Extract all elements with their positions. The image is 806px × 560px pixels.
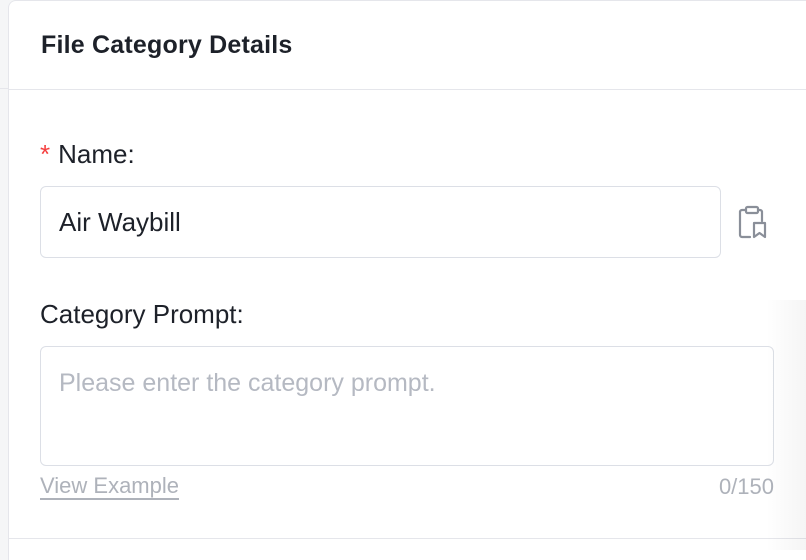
- divider: [0, 88, 8, 89]
- name-input[interactable]: [40, 186, 721, 258]
- name-label: Name:: [58, 139, 135, 169]
- required-indicator: *: [40, 139, 51, 169]
- category-prompt-label: Category Prompt:: [40, 299, 244, 329]
- name-label-row: * Name:: [40, 139, 135, 170]
- character-counter: 0/150: [718, 474, 774, 499]
- clipboard-bookmark-icon[interactable]: [736, 205, 768, 239]
- panel-header: File Category Details: [9, 1, 806, 90]
- panel-title: File Category Details: [41, 31, 293, 59]
- view-example-link[interactable]: View Example: [40, 473, 179, 499]
- category-prompt-textarea[interactable]: [40, 346, 774, 466]
- footer-divider: [8, 538, 806, 539]
